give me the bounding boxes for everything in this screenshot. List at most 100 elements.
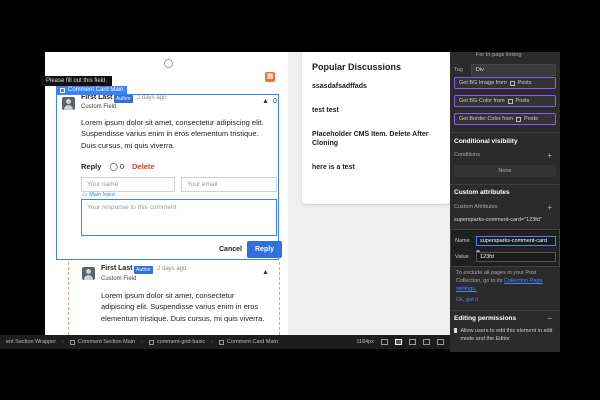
input-icon: ▭ [82, 192, 88, 198]
custom-field: Custom Field [81, 104, 117, 110]
attribute-editor-popup: Name supersparks-comment-card Value 123f… [450, 229, 560, 267]
breadcrumb-item[interactable]: comment-grid-basic [143, 339, 211, 345]
reply-thread-line [68, 262, 69, 335]
attribute-value: supersparks-comment-card="123fd" [454, 217, 542, 223]
bg-color-row: Get BG Color from Posts [454, 95, 556, 107]
vote-count: 0 [273, 98, 277, 105]
bg-image-row: Get BG Image from Posts [454, 77, 556, 89]
conditions-none: None [454, 165, 556, 177]
bg-color-button[interactable]: Get BG Color from Posts [454, 95, 556, 107]
tablet-icon[interactable] [395, 339, 402, 345]
comment-count-icon: ◯ [109, 162, 118, 171]
comment-body: Lorem ipsum dolor sit amet, consectetur … [101, 291, 265, 323]
add-attribute-icon[interactable]: + [547, 204, 552, 212]
element-box-icon [60, 87, 65, 93]
tag-select[interactable]: Div [470, 64, 556, 76]
collection-icon [509, 80, 515, 86]
in-page-linking-text: For In-page linking [476, 52, 522, 58]
name-label: Name [455, 238, 470, 244]
loading-indicator-icon [164, 59, 173, 68]
border-color-label: Get Border Color from [459, 116, 514, 122]
attribute-value-input[interactable]: 123fd [476, 252, 556, 262]
reply-thread-line [279, 262, 280, 335]
conditions-row: Conditions + [454, 152, 556, 160]
posts-label: Posts [515, 98, 530, 104]
attribute-name-input[interactable]: supersparks-comment-card [476, 236, 556, 246]
comment-count: 0 [119, 162, 125, 171]
popular-discussions-title: Popular Discussions [312, 62, 402, 72]
minus-icon[interactable]: − [547, 315, 552, 323]
breadcrumb-item[interactable]: Comment Card Main [213, 339, 284, 345]
breadcrumb-label: Comment Card Main [227, 339, 278, 345]
collection-info-text: To exclude all pages in your Post Collec… [456, 270, 554, 305]
avatar [62, 97, 75, 110]
discussion-item[interactable]: ssasdafsadffads [312, 82, 440, 92]
permission-row: Allow users to edit this element in edit… [454, 328, 556, 343]
upvote-icon[interactable]: ▲ [262, 269, 269, 276]
comment-actions: Reply ◯ 0 Delete [81, 162, 155, 171]
app-frame: Popular Discussions ssasdafsadffads test… [0, 0, 600, 400]
comment-timestamp: 2 days ago [157, 266, 187, 272]
discussion-item[interactable]: here is a test [312, 163, 440, 173]
mobile-portrait-icon[interactable] [423, 339, 430, 345]
conditional-visibility-header[interactable]: Conditional visibility [454, 138, 556, 145]
attribute-row[interactable]: supersparks-comment-card="123fd" [454, 217, 556, 223]
desktop-icon[interactable] [381, 339, 388, 345]
editing-permissions-title: Editing permissions [454, 315, 517, 322]
comment-timestamp: 2 days ago [137, 95, 167, 101]
reply-link[interactable]: Reply [81, 162, 101, 171]
breadcrumb-item[interactable]: ent Section Wrapper [0, 339, 62, 345]
author-badge: Author [114, 95, 133, 103]
popular-discussions-card: Popular Discussions ssasdafsadffads test… [302, 52, 450, 204]
avatar [82, 267, 95, 280]
breadcrumb-label: comment-grid-basic [156, 339, 206, 345]
divider [450, 184, 560, 185]
custom-field: Custom Field [101, 276, 137, 282]
border-color-row: Get Border Color from Posts [454, 113, 556, 125]
reply-button[interactable]: Reply [247, 241, 283, 258]
divider [450, 132, 560, 133]
comment-author-name: First Last [101, 265, 133, 272]
posts-label: Posts [524, 116, 538, 122]
bg-image-label: Get BG Image from [459, 80, 507, 86]
editing-permissions-header[interactable]: Editing permissions − [454, 315, 556, 323]
widget-icon[interactable]: ▦ [265, 72, 275, 82]
custom-attributes-header[interactable]: Custom attributes [454, 189, 556, 196]
conditional-visibility-title: Conditional visibility [454, 138, 518, 145]
ok-got-it-link[interactable]: Ok, got it [456, 297, 554, 305]
breadcrumb-label: ent Section Wrapper [6, 339, 57, 345]
name-input[interactable]: Your name [81, 177, 175, 192]
add-condition-icon[interactable]: + [547, 152, 552, 160]
viewport-controls: 1184px [356, 335, 444, 349]
author-badge: Author [134, 266, 153, 274]
email-input[interactable]: Your email [181, 177, 277, 192]
response-textarea[interactable]: Your response to this comment [81, 199, 277, 236]
bg-image-button[interactable]: Get BG Image from Posts [454, 77, 556, 89]
comment-author-name: First Last [81, 94, 113, 101]
breadcrumb-label: Comment Section Main [77, 339, 136, 345]
breadcrumb-item[interactable]: Comment Section Main [64, 339, 141, 345]
custom-attributes-title: Custom attributes [454, 189, 510, 196]
posts-label: Posts [517, 80, 532, 86]
cancel-button[interactable]: Cancel [219, 246, 242, 253]
divider [450, 310, 560, 311]
preview-icon[interactable] [437, 339, 444, 345]
collection-icon [507, 98, 513, 104]
conditions-label: Conditions [454, 152, 480, 158]
selected-element-label[interactable]: Comment Card Main [56, 86, 128, 94]
permission-checkbox[interactable] [454, 328, 458, 333]
permission-text: Allow users to edit this element in edit… [460, 328, 553, 342]
element-box-icon [219, 339, 225, 345]
tag-row: Tag Div [454, 64, 556, 76]
panel-top-hint: For In-page linking [454, 52, 556, 58]
discussion-item[interactable]: test test [312, 106, 440, 116]
collection-icon [516, 116, 522, 122]
mobile-landscape-icon[interactable] [409, 339, 416, 345]
border-color-button[interactable]: Get Border Color from Posts [454, 113, 556, 125]
custom-attributes-sub-row: Custom Attributes + [454, 204, 556, 212]
breadcrumb-bar: ent Section Wrapper › Comment Section Ma… [0, 335, 450, 349]
delete-link[interactable]: Delete [132, 162, 155, 171]
upvote-icon[interactable]: ▲ [262, 98, 269, 105]
grid-icon [148, 339, 154, 345]
discussion-item[interactable]: Placeholder CMS Item. Delete After Cloni… [312, 130, 440, 150]
